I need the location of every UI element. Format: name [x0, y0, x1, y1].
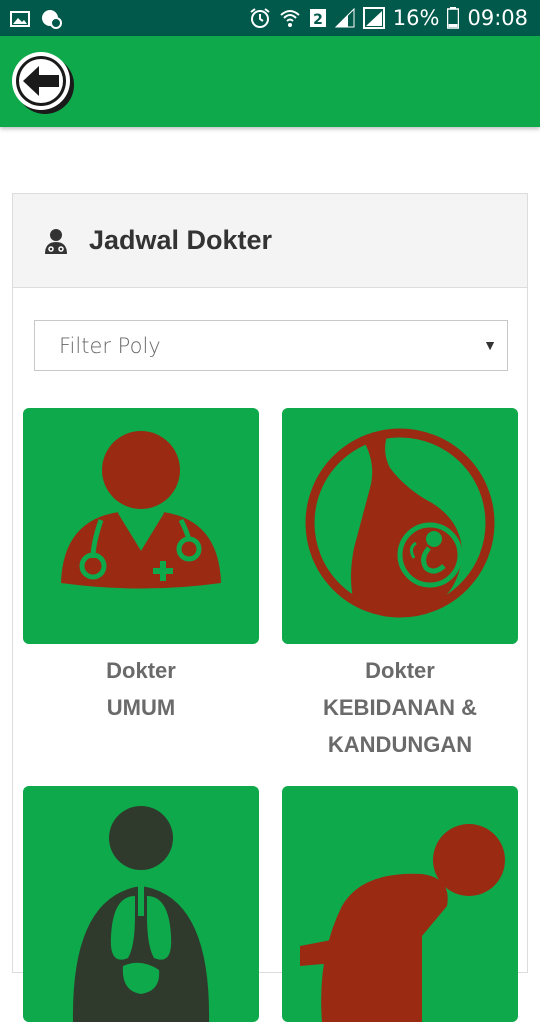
signal-box-icon — [362, 7, 385, 29]
tile-image — [282, 408, 518, 644]
tile-dokter-kebidanan[interactable]: Dokter KEBIDANAN & KANDUNGAN — [282, 408, 518, 763]
tile-label-line2: KEBIDANAN & — [323, 695, 477, 720]
tile-image — [23, 408, 259, 644]
lungs-internal-medicine-icon — [72, 806, 210, 1022]
sim-badge-text: 2 — [313, 12, 323, 28]
tile-image — [23, 786, 259, 1022]
alarm-icon — [249, 7, 271, 29]
card-header: Jadwal Dokter — [13, 194, 527, 288]
doctor-schedule-card: Jadwal Dokter Filter Poly ▼ Dokter UMUM — [12, 193, 528, 1022]
back-arrow-icon — [12, 52, 74, 114]
tile-dokter-umum[interactable]: Dokter UMUM — [23, 408, 259, 726]
clock: 09:08 — [467, 6, 528, 30]
pregnancy-icon — [305, 428, 495, 618]
app-bar — [0, 36, 540, 127]
filter-poly-select[interactable]: Filter Poly ▼ — [34, 320, 508, 371]
tile-label-line2: UMUM — [106, 695, 176, 720]
tile-label-line3: KANDUNGAN — [327, 732, 473, 757]
back-button[interactable] — [10, 50, 76, 116]
sim2-icon: 2 — [309, 7, 327, 29]
tile-dokter-anak[interactable] — [282, 786, 518, 1022]
crawling-baby-icon — [300, 824, 505, 1022]
tile-label: Dokter UMUM — [23, 652, 259, 726]
tile-label-line1: Dokter — [106, 658, 176, 683]
dropdown-caret-icon: ▼ — [483, 337, 497, 353]
tile-dokter-penyakit-dalam[interactable] — [23, 786, 259, 1022]
tile-label-line1: Dokter — [365, 658, 435, 683]
filter-placeholder: Filter Poly — [59, 334, 161, 358]
tile-image — [282, 786, 518, 1022]
tile-label: Dokter KEBIDANAN & KANDUNGAN — [282, 652, 518, 763]
page-title: Jadwal Dokter — [89, 225, 273, 255]
general-doctor-icon — [61, 431, 221, 589]
battery-percent: 16% — [392, 6, 440, 30]
image-icon — [10, 10, 30, 28]
doctor-icon — [45, 228, 67, 254]
status-bar: 2 16% 09:08 — [0, 0, 540, 36]
whatsapp-icon — [40, 8, 62, 30]
battery-icon — [447, 7, 460, 29]
signal-icon — [334, 8, 355, 28]
wifi-icon — [279, 7, 301, 29]
